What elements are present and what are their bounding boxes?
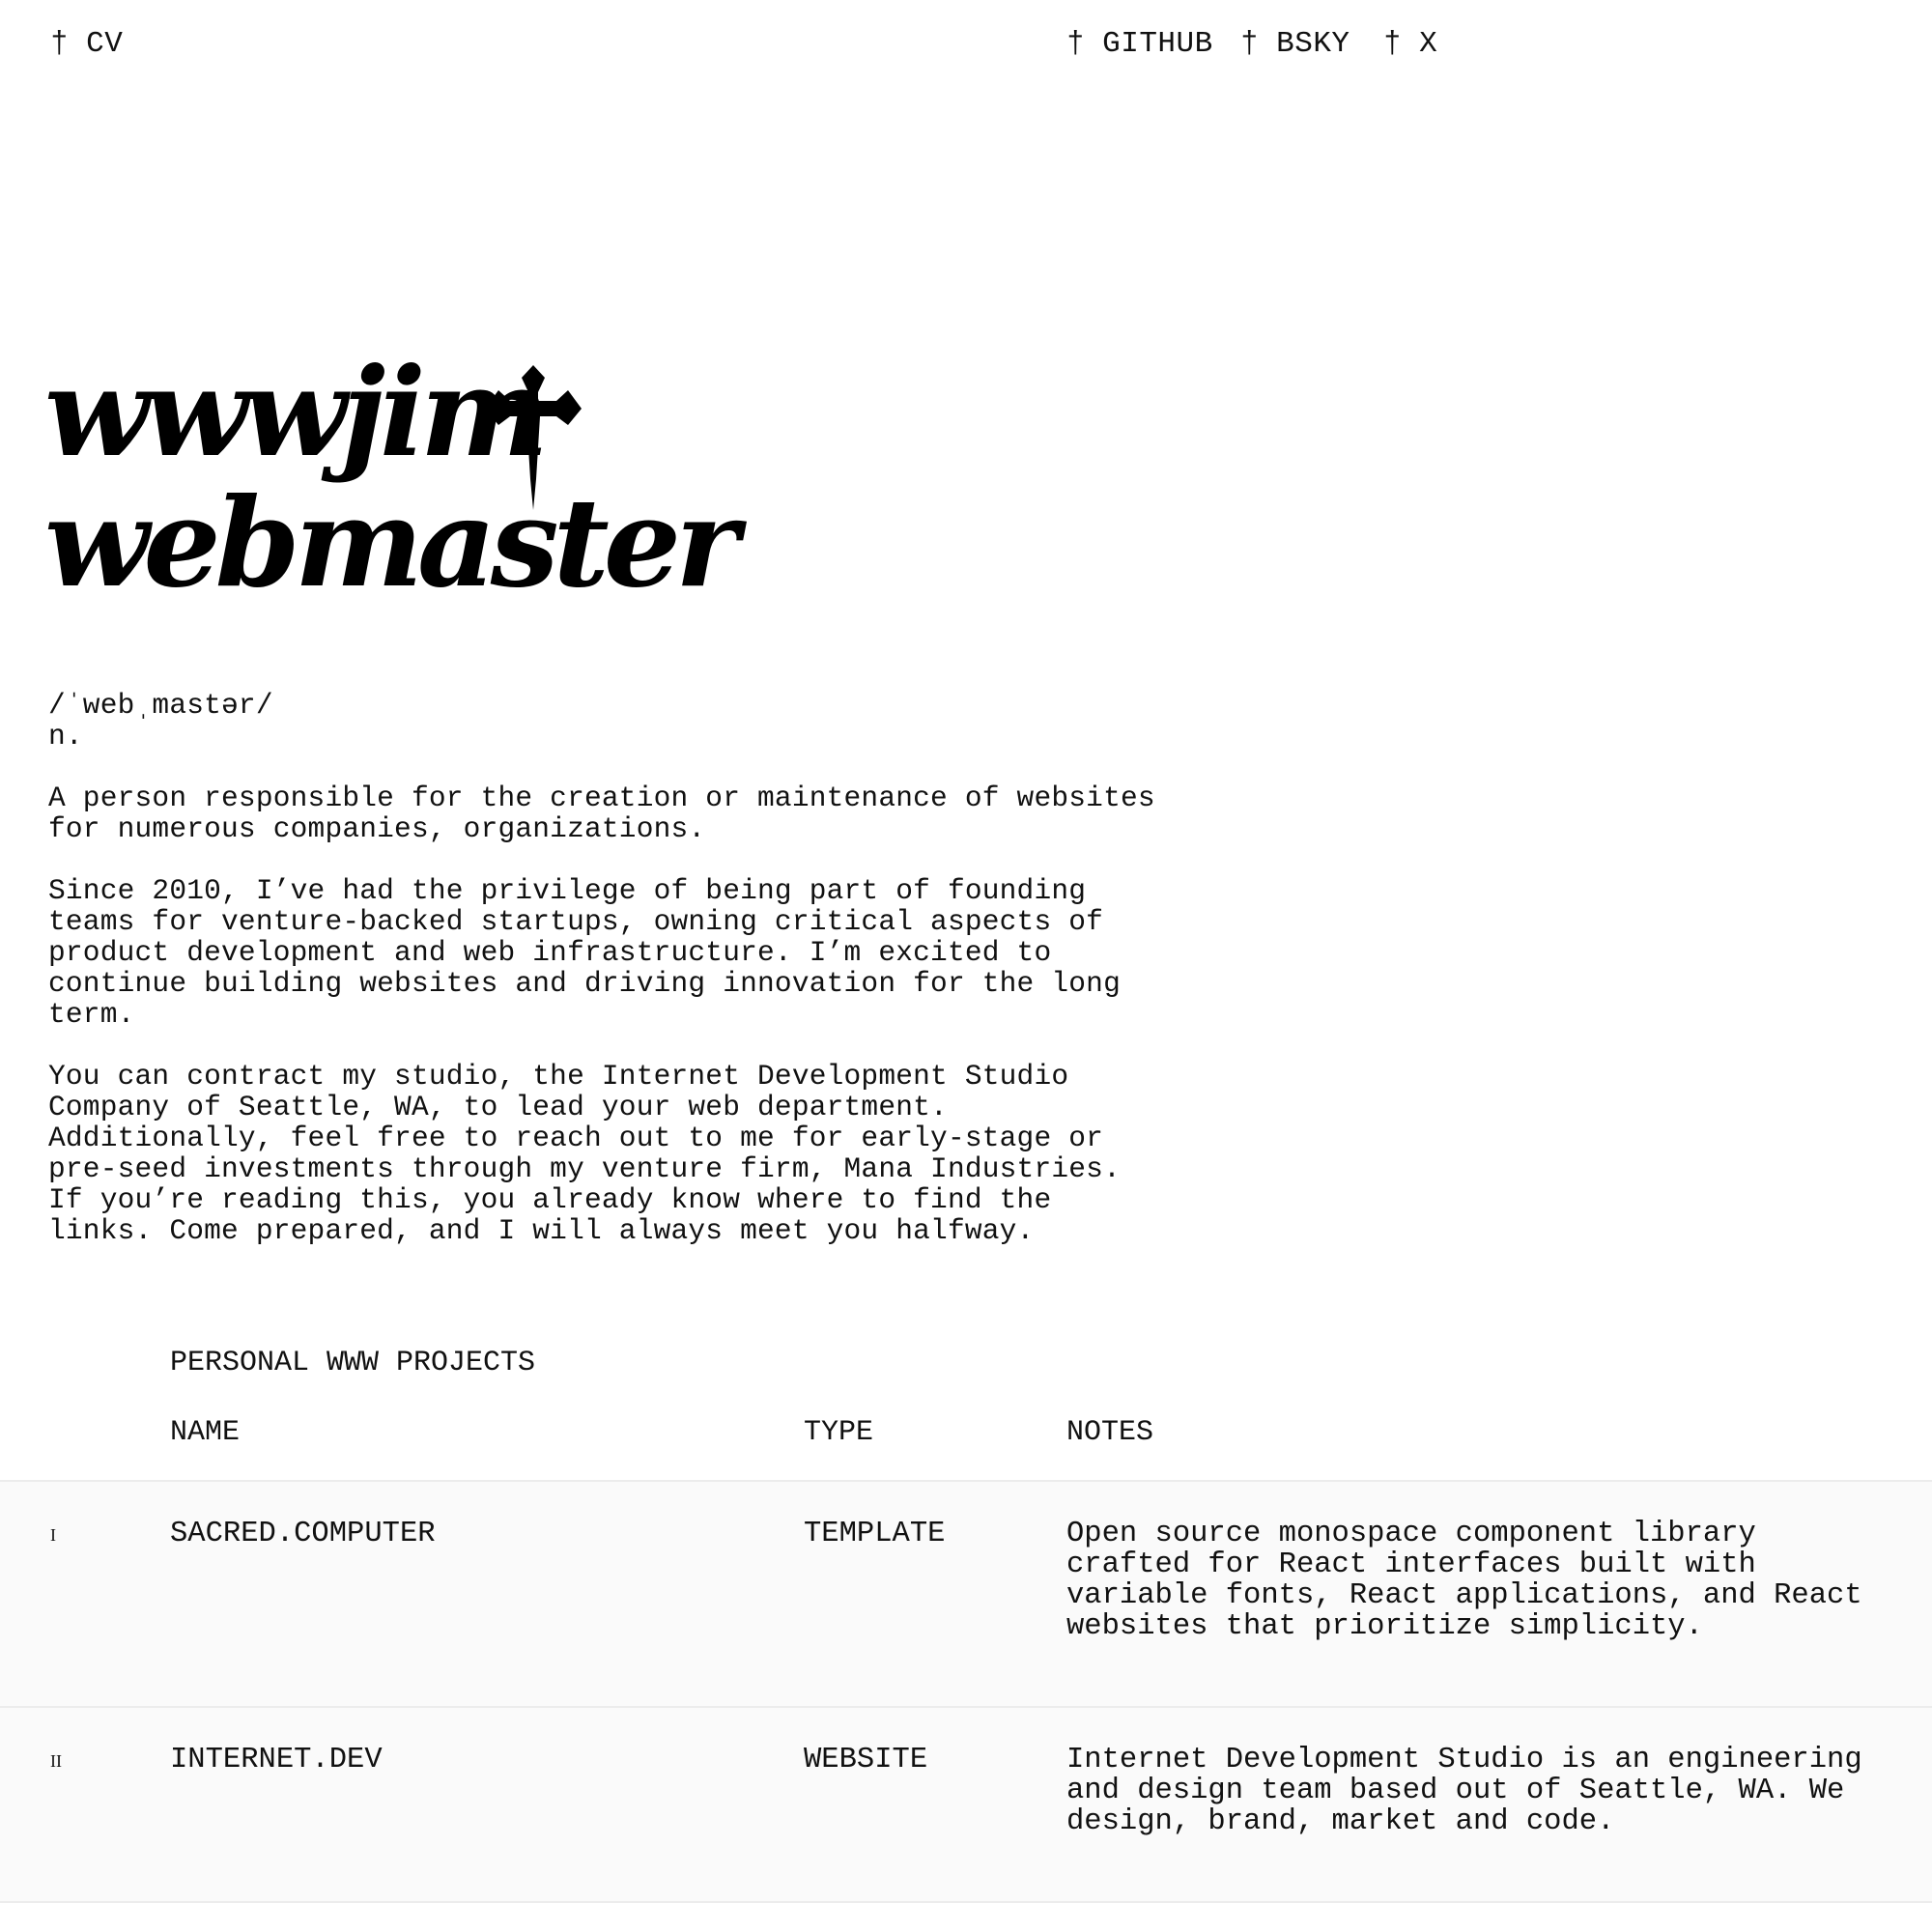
project-notes: Open source monospace component library …: [1066, 1518, 1862, 1643]
nav-label-github: GITHUB: [1102, 27, 1213, 61]
project-type: WEBSITE: [804, 1744, 928, 1776]
definition-text: A person responsible for the creation or…: [48, 781, 1155, 845]
row-number: II: [50, 1751, 62, 1771]
contact-paragraph: You can contract my studio, the Internet…: [48, 1060, 1121, 1247]
dagger-icon: †: [1383, 27, 1403, 61]
table-row[interactable]: I SACRED.COMPUTER TEMPLATE Open source m…: [0, 1480, 1932, 1706]
pronunciation: /ˈwebˌmastər/: [48, 689, 273, 722]
hero-wordmark: wwwjim webmaster: [44, 348, 779, 609]
definition-block: /ˈwebˌmastər/ n. A person responsible fo…: [48, 690, 1169, 1277]
table-row[interactable]: II INTERNET.DEV WEBSITE Internet Develop…: [0, 1706, 1932, 1903]
project-name: INTERNET.DEV: [170, 1744, 383, 1776]
projects-section-title: PERSONAL WWW PROJECTS: [170, 1347, 536, 1379]
dagger-icon: †: [1240, 27, 1260, 61]
column-header-type: TYPE: [804, 1416, 874, 1449]
nav-link-cv[interactable]: † CV: [50, 27, 123, 62]
nav-label-x: X: [1419, 27, 1438, 61]
nav-link-bsky[interactable]: † BSKY: [1240, 27, 1350, 62]
dagger-icon: †: [50, 27, 70, 61]
project-name: SACRED.COMPUTER: [170, 1518, 436, 1550]
cross-dagger-icon: [485, 365, 582, 510]
column-header-name: NAME: [170, 1416, 241, 1449]
part-of-speech: n.: [48, 720, 83, 753]
nav-link-x[interactable]: † X: [1383, 27, 1437, 62]
row-number: I: [50, 1525, 56, 1545]
dagger-icon: †: [1066, 27, 1086, 61]
column-header-notes: NOTES: [1066, 1416, 1154, 1449]
project-type: TEMPLATE: [804, 1518, 946, 1550]
bio-paragraph: Since 2010, I’ve had the privilege of be…: [48, 874, 1121, 1031]
nav-label-cv: CV: [86, 27, 124, 61]
hero-line-name: wwwjim: [44, 341, 549, 484]
project-notes: Internet Development Studio is an engine…: [1066, 1744, 1862, 1838]
nav-label-bsky: BSKY: [1276, 27, 1350, 61]
projects-table: I SACRED.COMPUTER TEMPLATE Open source m…: [0, 1480, 1932, 1903]
hero-line-title: webmaster: [44, 471, 739, 614]
nav-link-github[interactable]: † GITHUB: [1066, 27, 1213, 62]
